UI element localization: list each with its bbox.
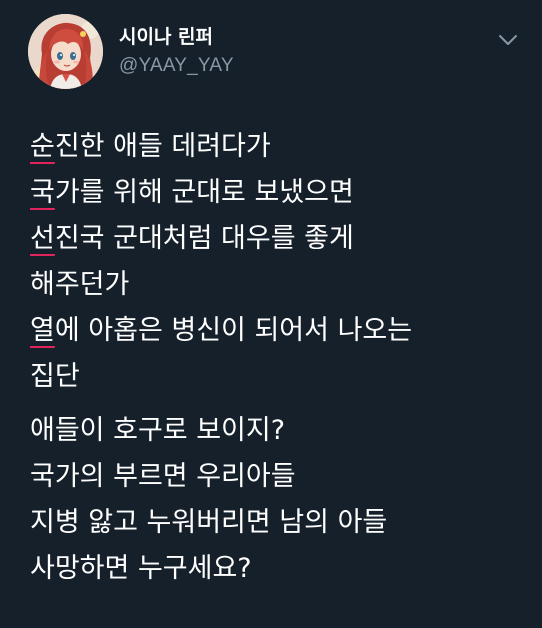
avatar[interactable]: [28, 14, 103, 89]
acrostic-marked-char: 국: [30, 177, 55, 208]
tweet-line: 애들이 호구로 보이지?: [30, 408, 530, 454]
tweet-line-text: 국가의 부르면 우리아들: [30, 461, 296, 492]
acrostic-marked-char: 순: [30, 131, 55, 162]
tweet-line-text: 집단: [30, 361, 80, 392]
tweet-line-text: 사망하면 누구세요?: [30, 553, 252, 584]
tweet-card: 시이나 린퍼 @YAAY_YAY 순진한 애들 데려다가 국가를 위해 군대로 …: [0, 0, 542, 628]
tweet-line: 열에 아홉은 병신이 되어서 나오는: [30, 308, 530, 354]
tweet-line: 해주던가: [30, 262, 530, 308]
acrostic-marked-char: 선: [30, 223, 55, 254]
tweet-line: 국가의 부르면 우리아들: [30, 454, 530, 500]
tweet-line-text: 애들이 호구로 보이지?: [30, 415, 286, 446]
tweet-line-text: 진한 애들 데려다가: [54, 131, 271, 162]
tweet-paragraph: 애들이 호구로 보이지? 국가의 부르면 우리아들 지병 앓고 누워버리면 남의…: [30, 408, 530, 592]
tweet-line: 지병 앓고 누워버리면 남의 아들: [30, 500, 530, 546]
tweet-line: 사망하면 누구세요?: [30, 546, 530, 592]
user-handle[interactable]: @YAAY_YAY: [119, 55, 234, 77]
tweet-line: 선진국 군대처럼 대우를 좋게: [30, 216, 530, 262]
tweet-line-text: 가를 위해 군대로 보냈으면: [54, 177, 354, 208]
tweet-line: 순진한 애들 데려다가: [30, 124, 530, 170]
tweet-text: 순진한 애들 데려다가 국가를 위해 군대로 보냈으면 선진국 군대처럼 대우를…: [30, 124, 530, 592]
display-name[interactable]: 시이나 린퍼: [119, 26, 213, 48]
tweet-line-text: 지병 앓고 누워버리면 남의 아들: [30, 507, 388, 538]
tweet-paragraph: 순진한 애들 데려다가 국가를 위해 군대로 보냈으면 선진국 군대처럼 대우를…: [30, 124, 530, 400]
tweet-line-text: 진국 군대처럼 대우를 좋게: [54, 223, 354, 254]
tweet-line: 집단: [30, 354, 530, 400]
tweet-line-text: 해주던가: [30, 269, 130, 300]
chevron-down-icon: [499, 35, 517, 45]
tweet-line-text: 에 아홉은 병신이 되어서 나오는: [54, 315, 413, 346]
acrostic-marked-char: 열: [30, 315, 55, 346]
tweet-more-button[interactable]: [492, 24, 524, 56]
tweet-line: 국가를 위해 군대로 보냈으면: [30, 170, 530, 216]
anime-girl-avatar-icon: [28, 14, 103, 89]
